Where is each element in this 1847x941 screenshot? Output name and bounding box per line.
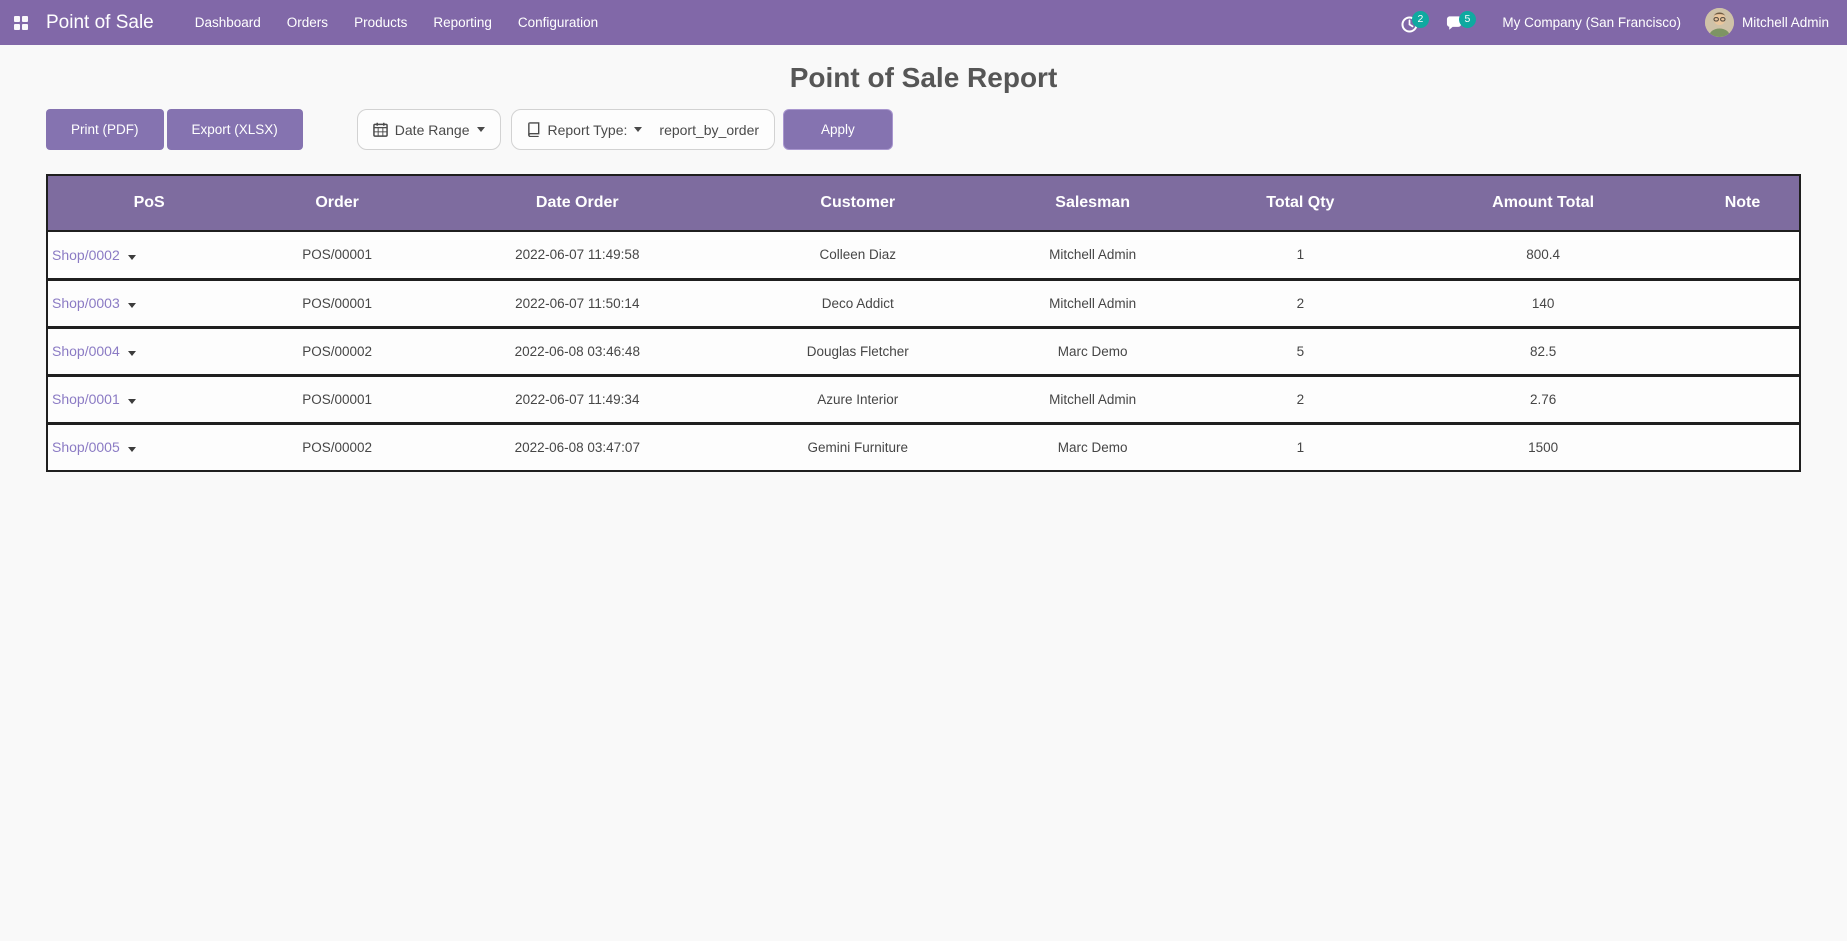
customer-cell: Azure Interior <box>817 391 899 407</box>
main-menu: Dashboard Orders Products Reporting Conf… <box>182 0 611 45</box>
report-type-label: Report Type: <box>547 121 628 138</box>
date-range-label: Date Range <box>394 121 470 138</box>
order-cell: POS/00001 <box>302 247 373 263</box>
salesman-cell: Marc Demo <box>1057 439 1128 455</box>
chevron-down-icon[interactable] <box>127 303 136 308</box>
company-switcher[interactable]: My Company (San Francisco) <box>1502 15 1681 30</box>
messages-button[interactable]: 5 <box>1439 9 1477 36</box>
order-cell: POS/00002 <box>302 343 373 359</box>
apply-button[interactable]: Apply <box>783 109 893 150</box>
total-qty-cell: 5 <box>1296 343 1305 359</box>
app-brand[interactable]: Point of Sale <box>46 12 154 34</box>
avatar <box>1704 8 1734 37</box>
chevron-down-icon[interactable] <box>127 351 136 356</box>
pos-cell: Shop/0004 <box>47 327 250 375</box>
pos-link[interactable]: Shop/0004 <box>52 343 120 359</box>
amount-total-cell: 82.5 <box>1529 343 1557 359</box>
main-content: Point of Sale Report Print (PDF) Export … <box>0 62 1847 472</box>
chevron-down-icon[interactable] <box>127 399 136 404</box>
apps-grid-icon <box>14 15 28 30</box>
pos-cell: Shop/0001 <box>47 375 250 423</box>
apps-menu-button[interactable] <box>0 0 42 45</box>
note-cell <box>1686 279 1800 327</box>
pos-cell: Shop/0005 <box>47 423 250 471</box>
customer-cell: Douglas Fletcher <box>806 343 909 359</box>
date-order-cell: 2022-06-07 11:50:14 <box>515 295 640 311</box>
table-row: Shop/0001 POS/00001 2022-06-07 11:49:34 Azu… <box>47 375 1800 423</box>
user-menu[interactable]: Mitchell Admin <box>1704 8 1835 37</box>
user-name: Mitchell Admin <box>1741 15 1829 30</box>
chevron-down-icon <box>476 127 485 132</box>
messages-badge: 5 <box>1458 11 1477 28</box>
amount-total-cell: 140 <box>1531 295 1555 311</box>
table-row: Shop/0003 POS/00001 2022-06-07 11:50:14 Dec… <box>47 279 1800 327</box>
print-pdf-button[interactable]: Print (PDF) <box>46 109 164 150</box>
report-table-body: Shop/0002 POS/00001 2022-06-07 11:49:58 Col… <box>47 231 1800 471</box>
header-salesman: Salesman <box>984 175 1201 232</box>
report-type-value[interactable]: report_by_order <box>659 122 759 138</box>
salesman-cell: Marc Demo <box>1057 343 1128 359</box>
amount-total-cell: 2.76 <box>1529 391 1557 407</box>
date-order-cell: 2022-06-08 03:46:48 <box>514 343 640 359</box>
nav-item-products[interactable]: Products <box>341 0 420 45</box>
page-title: Point of Sale Report <box>789 62 1058 93</box>
header-amount-total: Amount Total <box>1400 175 1686 232</box>
header-total-qty: Total Qty <box>1200 175 1401 232</box>
order-cell: POS/00001 <box>302 295 373 311</box>
pos-link[interactable]: Shop/0005 <box>52 439 120 455</box>
header-order: Order <box>250 175 424 232</box>
nav-item-reporting[interactable]: Reporting <box>420 0 505 45</box>
date-range-dropdown[interactable]: Date Range <box>356 109 501 150</box>
table-header-row: PoS Order Date Order Customer Salesman T… <box>47 175 1800 232</box>
salesman-cell: Mitchell Admin <box>1049 247 1137 263</box>
nav-item-orders[interactable]: Orders <box>274 0 341 45</box>
chevron-down-icon[interactable] <box>127 254 136 260</box>
amount-total-cell: 800.4 <box>1526 247 1561 263</box>
total-qty-cell: 1 <box>1296 439 1305 455</box>
salesman-cell: Mitchell Admin <box>1049 295 1137 311</box>
pos-cell: Shop/0002 <box>47 231 250 279</box>
pos-link[interactable]: Shop/0002 <box>52 247 120 263</box>
amount-total-cell: 1500 <box>1528 439 1559 455</box>
order-cell: POS/00001 <box>302 391 373 407</box>
date-order-cell: 2022-06-07 11:49:34 <box>515 391 640 407</box>
note-cell <box>1686 327 1800 375</box>
pos-link[interactable]: Shop/0001 <box>52 391 120 407</box>
total-qty-cell: 2 <box>1296 295 1305 311</box>
table-row: Shop/0002 POS/00001 2022-06-07 11:49:58 Col… <box>47 231 1800 279</box>
calendar-icon <box>372 122 388 137</box>
table-row: Shop/0004 POS/00002 2022-06-08 03:46:48 Dou… <box>47 327 1800 375</box>
chevron-down-icon[interactable] <box>127 447 136 453</box>
top-navbar: Point of Sale Dashboard Orders Products … <box>0 0 1847 45</box>
note-cell <box>1686 375 1800 423</box>
export-xlsx-button[interactable]: Export (XLSX) <box>166 109 303 150</box>
total-qty-cell: 1 <box>1296 247 1305 263</box>
customer-cell: Gemini Furniture <box>807 439 909 455</box>
nav-item-dashboard[interactable]: Dashboard <box>182 0 274 45</box>
table-row: Shop/0005 POS/00002 2022-06-08 03:47:07 Gem… <box>47 423 1800 471</box>
salesman-cell: Mitchell Admin <box>1049 391 1137 407</box>
header-customer: Customer <box>730 175 985 232</box>
activity-badge: 2 <box>1411 11 1430 28</box>
customer-cell: Deco Addict <box>821 295 894 311</box>
header-note: Note <box>1686 175 1800 232</box>
report-toolbar: Print (PDF) Export (XLSX) Date Range Rep… <box>46 109 1801 150</box>
book-icon <box>527 122 539 137</box>
chevron-down-icon <box>634 127 643 132</box>
date-order-cell: 2022-06-08 03:47:07 <box>514 439 640 455</box>
nav-item-configuration[interactable]: Configuration <box>505 0 611 45</box>
customer-cell: Colleen Diaz <box>819 247 897 263</box>
header-pos: PoS <box>47 175 251 232</box>
total-qty-cell: 2 <box>1296 391 1305 407</box>
order-cell: POS/00002 <box>302 439 373 455</box>
report-table: PoS Order Date Order Customer Salesman T… <box>46 174 1801 472</box>
note-cell <box>1686 231 1800 279</box>
header-date-order: Date Order <box>423 175 731 232</box>
activities-button[interactable]: 2 <box>1394 9 1430 36</box>
pos-cell: Shop/0003 <box>47 279 250 327</box>
report-type-dropdown[interactable]: Report Type: report_by_order <box>510 109 776 150</box>
date-order-cell: 2022-06-07 11:49:58 <box>515 247 640 263</box>
pos-link[interactable]: Shop/0003 <box>52 295 120 311</box>
note-cell <box>1686 423 1800 471</box>
